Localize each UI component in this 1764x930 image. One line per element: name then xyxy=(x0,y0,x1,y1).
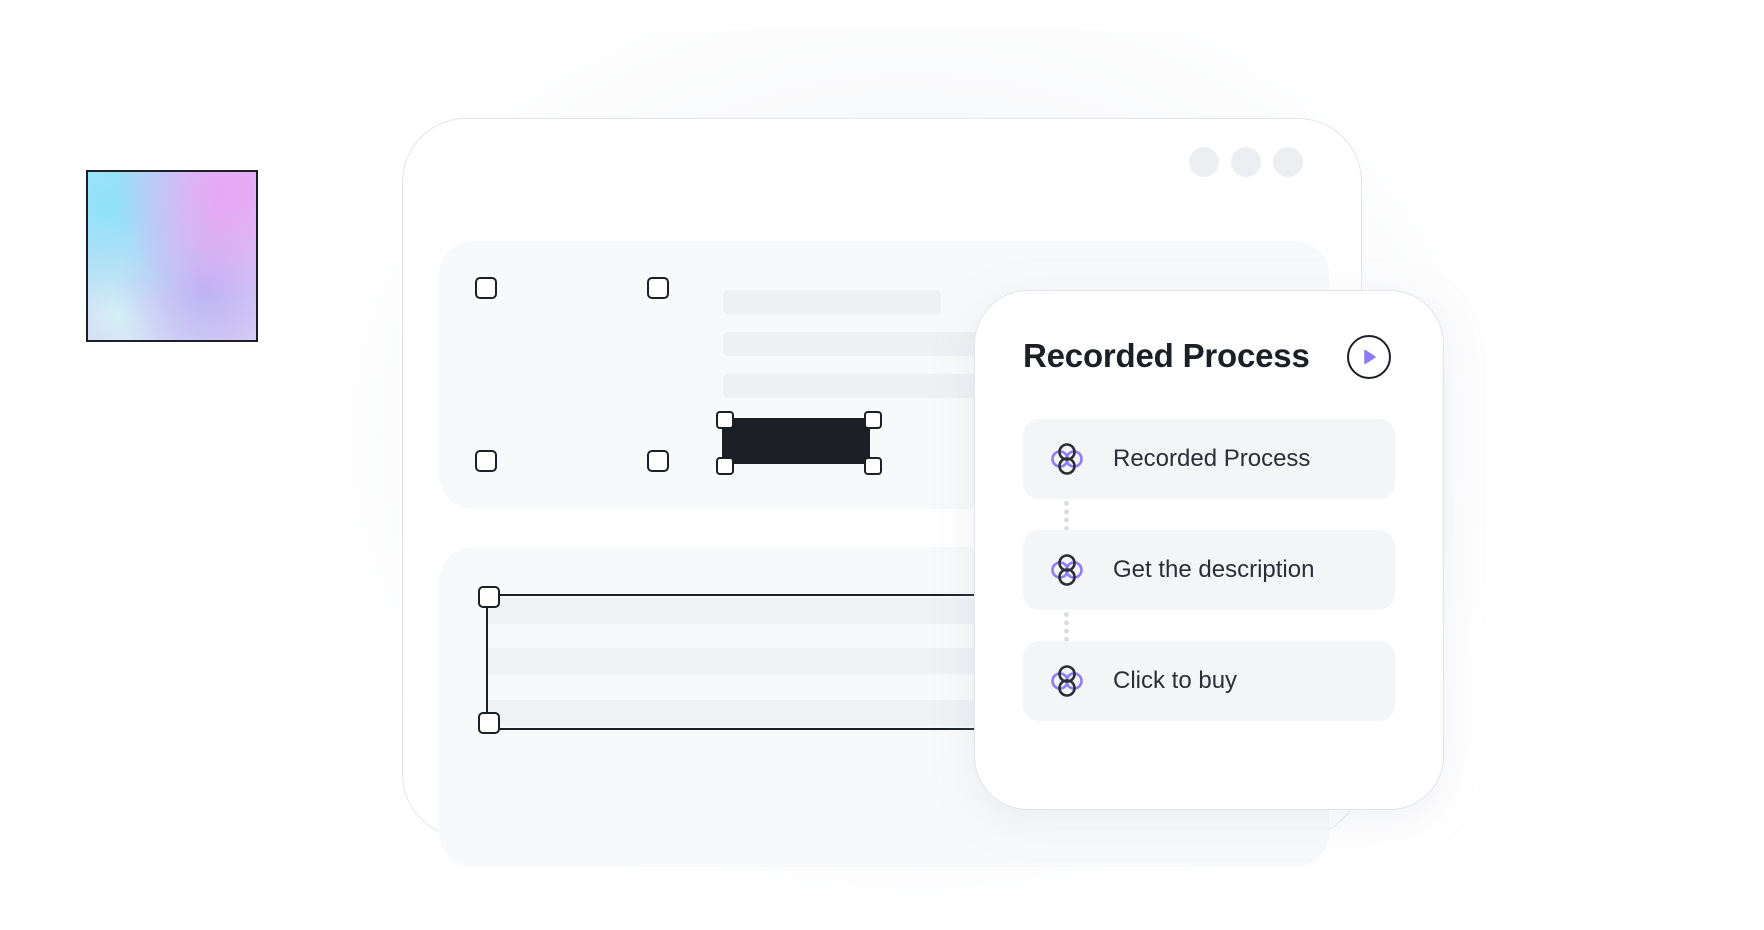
window-dot-3[interactable] xyxy=(1273,147,1303,177)
step-label: Click to buy xyxy=(1113,667,1238,694)
resize-handle-tr[interactable] xyxy=(864,411,882,429)
recorded-process-panel: Recorded Process Recorded Process Get th… xyxy=(974,290,1444,810)
step-item[interactable]: Get the description xyxy=(1023,530,1395,610)
resize-handle-tl[interactable] xyxy=(716,411,734,429)
panel-title: Recorded Process xyxy=(1023,337,1310,374)
resize-handle-bl[interactable] xyxy=(478,712,500,734)
flower-node-icon xyxy=(1051,554,1083,586)
resize-handle-tr[interactable] xyxy=(647,277,669,299)
resize-handle-br[interactable] xyxy=(864,457,882,475)
window-dot-1[interactable] xyxy=(1189,147,1219,177)
step-label: Recorded Process xyxy=(1113,445,1311,472)
flower-node-icon xyxy=(1051,665,1083,697)
text-placeholder-line xyxy=(723,290,941,314)
step-item[interactable]: Click to buy xyxy=(1023,641,1395,721)
resize-handle-bl[interactable] xyxy=(716,457,734,475)
selected-list-block[interactable] xyxy=(486,594,988,730)
resize-handle-tl[interactable] xyxy=(478,586,500,608)
step-item[interactable]: Recorded Process xyxy=(1023,419,1395,499)
step-connector xyxy=(1064,501,1069,531)
flower-node-icon xyxy=(1051,443,1083,475)
resize-handle-br[interactable] xyxy=(647,450,669,472)
window-controls xyxy=(1189,147,1303,177)
window-dot-2[interactable] xyxy=(1231,147,1261,177)
step-label: Get the description xyxy=(1113,556,1315,583)
text-placeholder-line xyxy=(723,374,983,398)
play-icon xyxy=(1364,349,1376,365)
resize-handle-bl[interactable] xyxy=(475,450,497,472)
selected-button-block[interactable] xyxy=(722,418,870,464)
resize-handle-tl[interactable] xyxy=(475,277,497,299)
play-button[interactable] xyxy=(1347,335,1391,379)
selected-image-block[interactable] xyxy=(86,170,258,342)
step-connector xyxy=(1064,612,1069,642)
text-placeholder-line xyxy=(723,332,983,356)
